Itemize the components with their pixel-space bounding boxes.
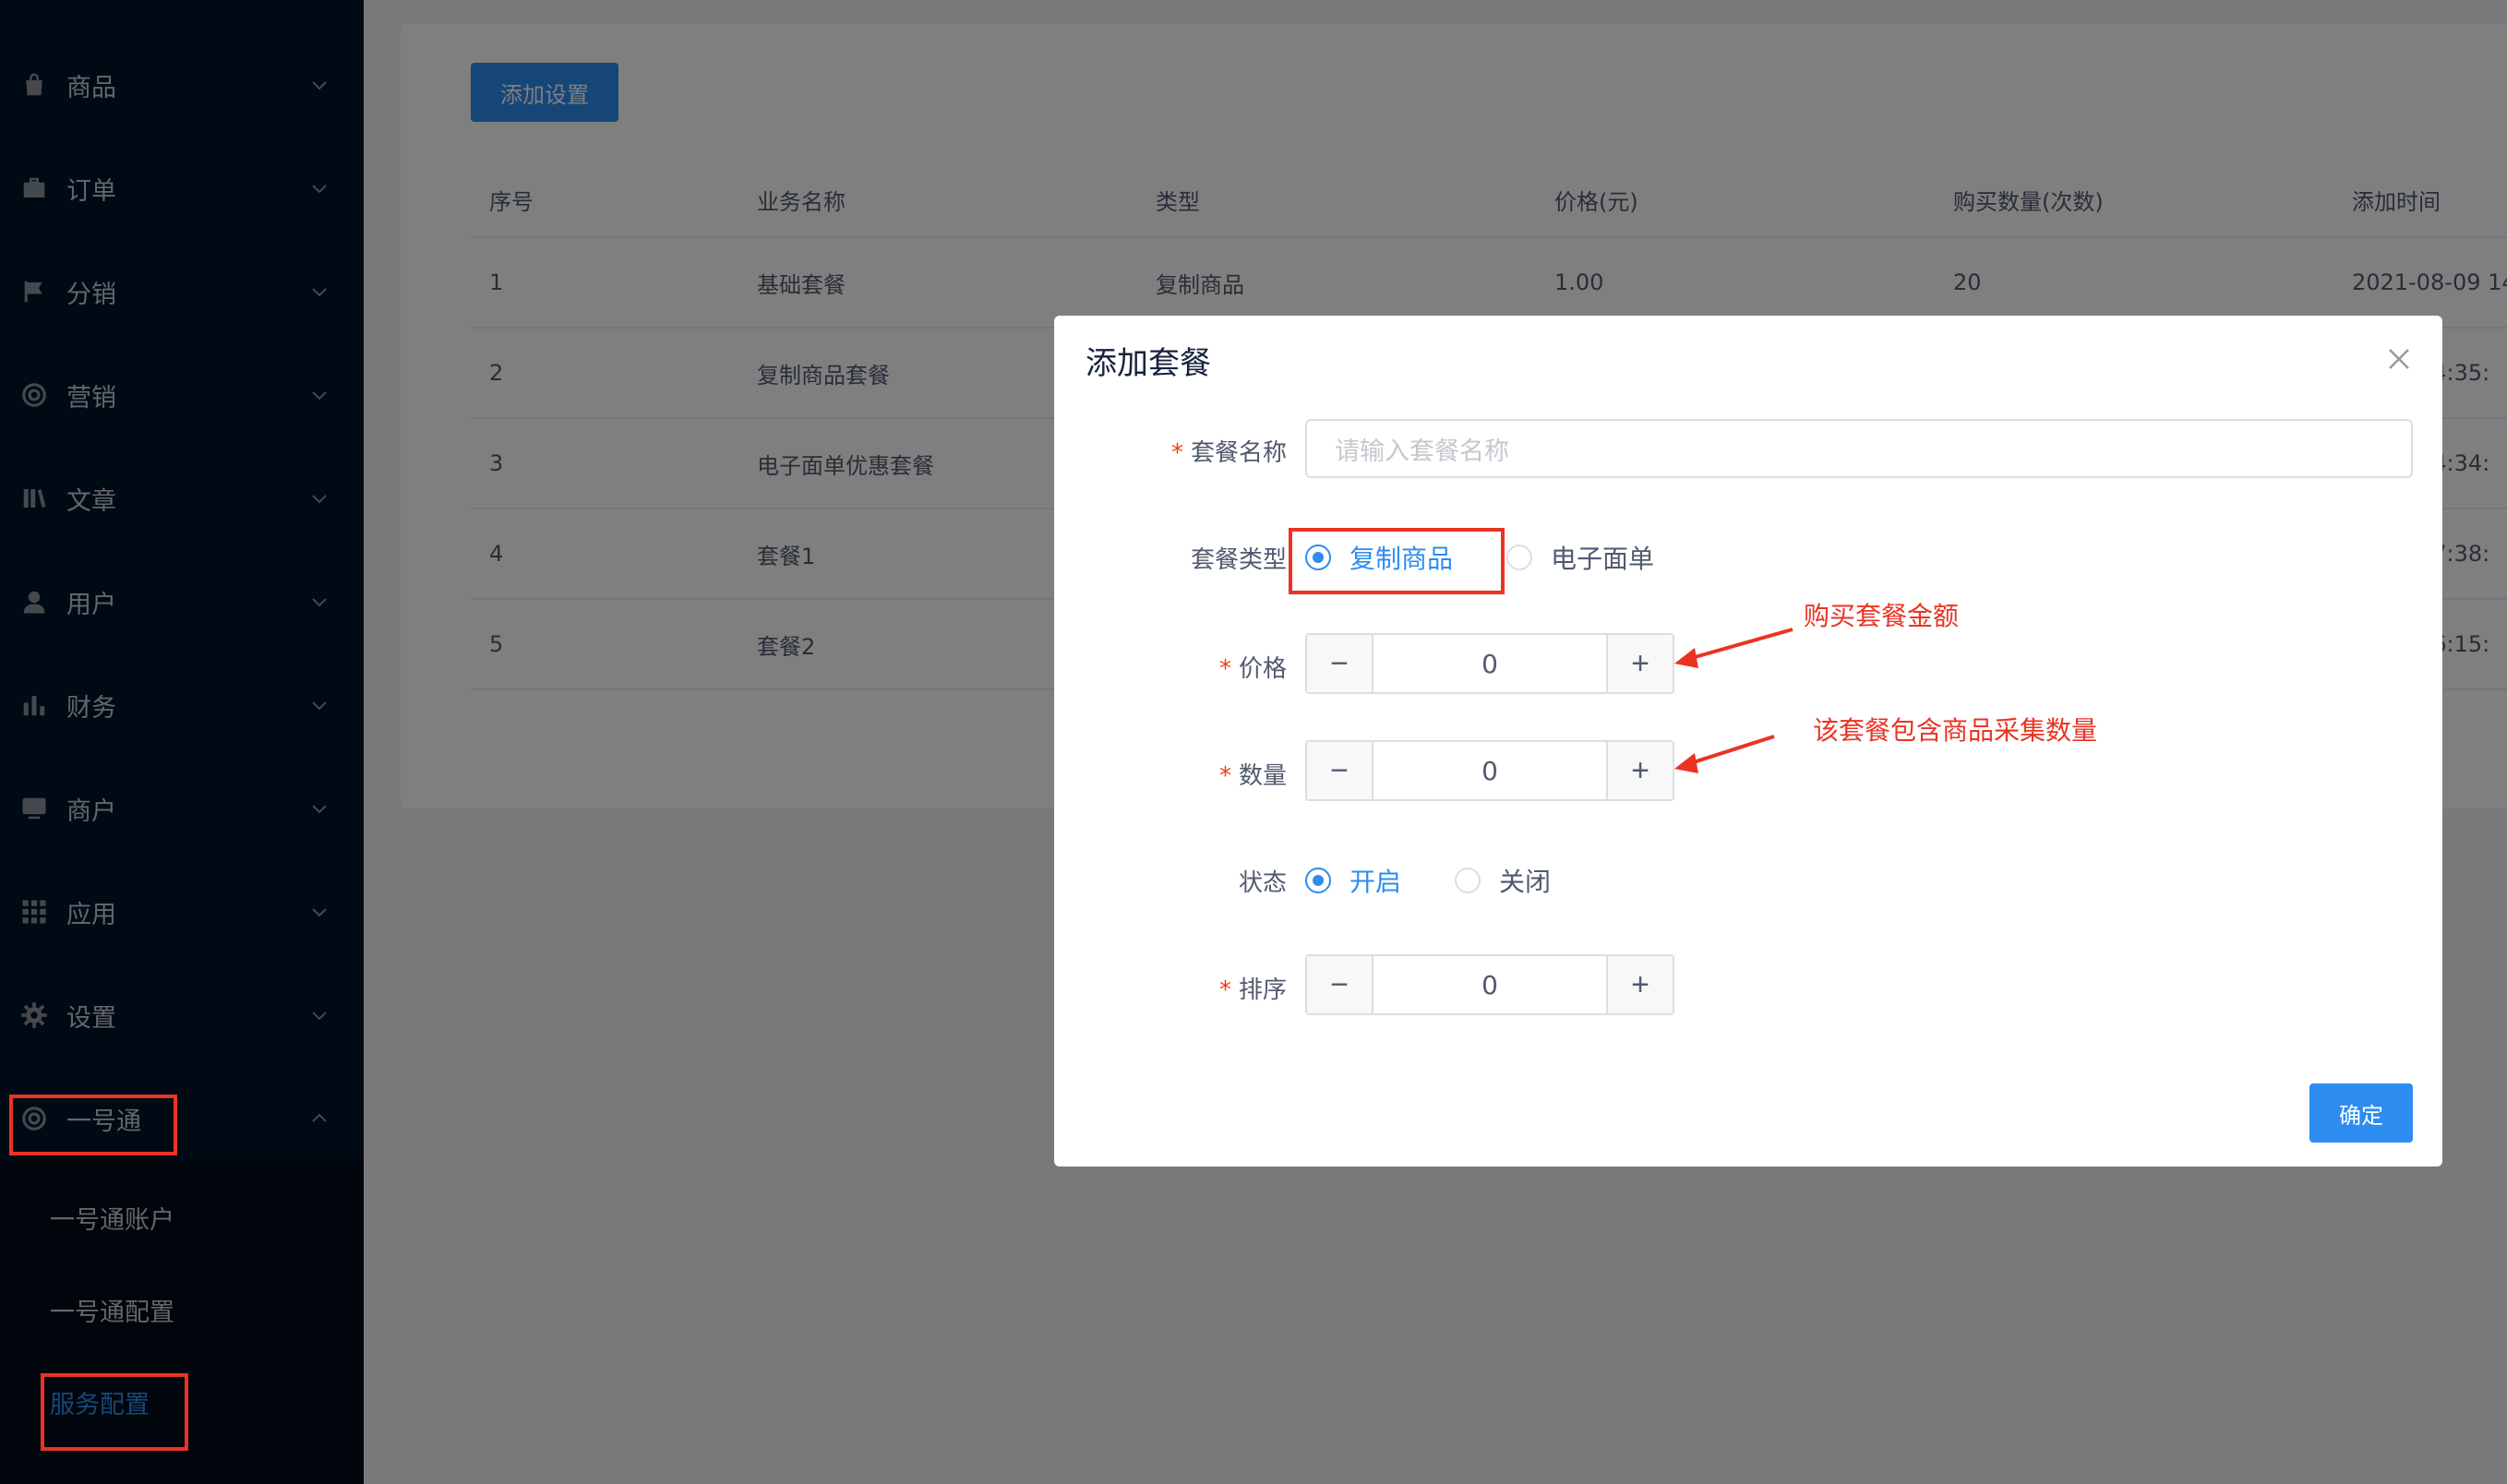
arrow-price	[1674, 628, 1793, 668]
annotation-arrows	[1674, 628, 1793, 773]
arrow-quantity	[1674, 735, 1775, 773]
highlight-box-service-config	[41, 1373, 188, 1451]
highlight-box-yihaotong	[9, 1095, 177, 1155]
add-package-modal: 添加套餐 * 套餐名称 请输入套餐名称 套餐类型 复制商品 电子面单 * 价格 − …	[1054, 316, 2442, 1167]
